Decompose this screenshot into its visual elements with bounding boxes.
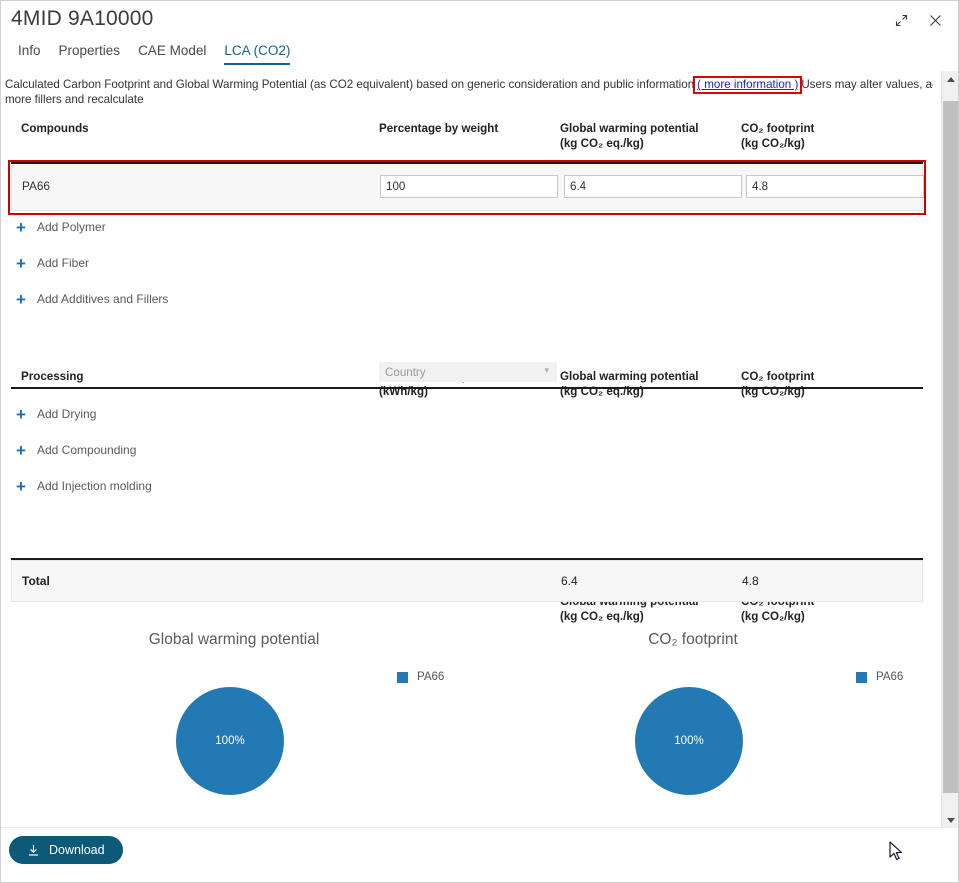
plus-icon: + [16,476,26,496]
pie-slice-label: 100% [674,735,704,747]
scroll-up-button[interactable] [942,71,958,88]
country-select-value: Country [385,365,426,379]
plus-icon: + [16,404,26,424]
processing-header-name: Processing [21,370,84,383]
add-injection-label: Add Injection molding [37,479,152,493]
tab-properties[interactable]: Properties [50,41,130,65]
scrollbar-thumb[interactable] [943,101,958,793]
chart-legend: PA66 [397,671,444,683]
tab-lca-co2[interactable]: LCA (CO2) [215,41,299,65]
add-additives-label: Add Additives and Fillers [37,292,169,306]
chart-title: CO₂ footprint [648,631,738,648]
add-compounding-label: Add Compounding [37,443,137,457]
plus-icon: + [16,253,26,273]
description-line2: more fillers and recalculate [5,93,144,106]
add-drying-button[interactable]: + Add Drying [15,405,96,423]
chart-title: Global warming potential [148,631,320,648]
more-information-highlight: ( more information ) [693,76,803,94]
compounds-header-footprint: CO₂ footprint (kg CO₂/kg) [741,122,815,150]
close-icon[interactable] [926,11,944,29]
total-row: Total 6.4 4.8 [11,560,923,602]
compounds-header-row: Compounds Percentage by weight Global wa… [11,121,923,159]
chart-legend: PA66 [856,671,903,683]
gwp-input[interactable] [564,175,742,198]
window-titlebar: 4MID 9A10000 [1,1,958,41]
arrow-up-icon [946,77,955,82]
chart-co2-footprint: CO₂ footprint 100% PA66 [460,619,926,829]
chevron-down-icon: ▾ [544,365,549,375]
add-fiber-button[interactable]: + Add Fiber [15,254,89,272]
tab-info[interactable]: Info [9,41,50,65]
tab-bar: Info Properties CAE Model LCA (CO2) [1,41,958,69]
description-part1: Calculated Carbon Footprint and Global W… [5,78,695,91]
processing-header-footprint: CO₂ footprint (kg CO₂/kg) [741,370,815,398]
plus-icon: + [16,217,26,237]
add-polymer-label: Add Polymer [37,220,106,234]
footprint-input[interactable] [746,175,924,198]
download-button[interactable]: Download [9,836,123,864]
legend-swatch-pa66 [856,671,867,683]
compounds-header-percent: Percentage by weight [379,122,499,135]
window-controls [892,11,944,29]
pie-slice-label: 100% [215,735,245,747]
add-polymer-button[interactable]: + Add Polymer [15,218,106,236]
arrow-down-icon [946,818,955,823]
total-gwp-value: 6.4 [561,574,578,588]
add-additives-and-fillers-button[interactable]: + Add Additives and Fillers [15,290,168,308]
percentage-input[interactable] [380,175,558,198]
footer-bar: Download [1,827,958,882]
add-fiber-label: Add Fiber [37,256,90,270]
lca-content-pane: Calculated Carbon Footprint and Global W… [1,71,933,829]
description-part2: Users may alter values, add [801,78,933,91]
add-drying-label: Add Drying [37,407,97,421]
total-footprint-value: 4.8 [742,574,759,588]
more-information-link[interactable]: ( more information ) [697,78,798,91]
legend-label-pa66[interactable]: PA66 [876,671,903,683]
description-text: Calculated Carbon Footprint and Global W… [5,76,933,107]
country-select[interactable]: Country ▾ [379,362,557,382]
plus-icon: + [16,289,26,309]
compounds-header-gwp: Global warming potential (kg CO₂ eq./kg) [560,122,699,150]
expand-icon[interactable] [892,11,910,29]
vertical-scrollbar[interactable] [941,71,958,829]
table-row: PA66 [11,164,924,211]
processing-header-gwp: Global warming potential (kg CO₂ eq./kg) [560,370,699,398]
add-injection-molding-button[interactable]: + Add Injection molding [15,477,152,495]
tab-cae-model[interactable]: CAE Model [129,41,215,65]
legend-swatch-pa66 [397,671,408,683]
total-label: Total [22,574,50,588]
chart-global-warming-potential: Global warming potential 100% PA66 [1,619,467,829]
download-label: Download [49,843,105,857]
legend-label-pa66[interactable]: PA66 [417,671,444,683]
compound-name: PA66 [22,179,50,193]
compounds-header-name: Compounds [21,122,89,135]
material-detail-window: 4MID 9A10000 Info Properties CAE Model L… [0,0,959,883]
processing-divider [11,387,923,389]
add-compounding-button[interactable]: + Add Compounding [15,441,136,459]
download-icon [27,844,40,857]
plus-icon: + [16,440,26,460]
page-title: 4MID 9A10000 [11,7,154,30]
